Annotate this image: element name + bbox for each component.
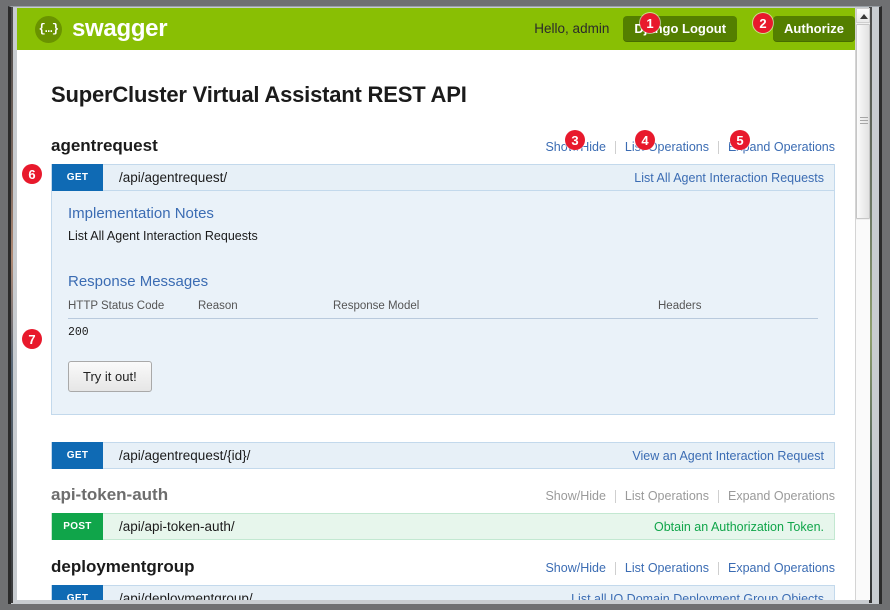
endpoint-get-deploymentgroup: GET /api/deploymentgroup/ List all IO Do… [51, 585, 835, 600]
greeting-label: Hello, admin [534, 21, 609, 36]
method-badge-get: GET [52, 442, 103, 469]
page-title: SuperCluster Virtual Assistant REST API [51, 82, 851, 108]
annotation-badge-1: 1 [640, 13, 660, 33]
endpoint-path: /api/agentrequest/ [103, 170, 227, 185]
api-documentation-body: SuperCluster Virtual Assistant REST API … [17, 82, 869, 600]
endpoint-get-agentrequest-id: GET /api/agentrequest/{id}/ View an Agen… [51, 442, 835, 469]
endpoint-header[interactable]: GET /api/deploymentgroup/ List all IO Do… [51, 585, 835, 600]
annotation-badge-3: 3 [565, 130, 585, 150]
implementation-notes-text: List All Agent Interaction Requests [68, 229, 818, 243]
response-messages-table: HTTP Status Code Reason Response Model H… [68, 297, 818, 343]
column-header-headers: Headers [658, 297, 818, 319]
list-operations-link[interactable]: List Operations [616, 489, 718, 503]
table-header-row: HTTP Status Code Reason Response Model H… [68, 297, 818, 319]
scrollbar-track[interactable] [856, 220, 870, 600]
expand-operations-link[interactable]: Expand Operations [719, 489, 835, 503]
swagger-header-bar: {…} swagger Hello, admin Django Logout A… [17, 8, 869, 50]
scroll-up-arrow-icon[interactable] [856, 8, 870, 23]
scrollbar-grip-icon [860, 117, 868, 127]
annotation-badge-4: 4 [635, 130, 655, 150]
endpoint-header[interactable]: GET /api/agentrequest/ List All Agent In… [51, 164, 835, 191]
annotation-badge-2: 2 [753, 13, 773, 33]
resource-header: api-token-auth Show/Hide List Operations… [51, 485, 835, 513]
cell-headers [658, 319, 818, 344]
endpoint-summary: View an Agent Interaction Request [632, 449, 824, 463]
method-badge-post: POST [52, 513, 103, 540]
expand-operations-link[interactable]: Expand Operations [719, 561, 835, 575]
endpoint-header[interactable]: GET /api/agentrequest/{id}/ View an Agen… [51, 442, 835, 469]
resource-header: agentrequest Show/Hide List Operations E… [51, 136, 835, 164]
swagger-braces-icon: {…} [35, 16, 62, 43]
list-operations-link[interactable]: List Operations [616, 140, 718, 154]
column-header-response-model: Response Model [333, 297, 658, 319]
header-actions: Hello, admin Django Logout Authorize [534, 16, 855, 42]
resource-deploymentgroup: deploymentgroup Show/Hide List Operation… [35, 557, 851, 600]
resource-options-api-token-auth: Show/Hide List Operations Expand Operati… [536, 489, 835, 503]
list-operations-link[interactable]: List Operations [616, 561, 718, 575]
resource-name-api-token-auth[interactable]: api-token-auth [51, 485, 168, 505]
endpoint-summary: List all IO Domain Deployment Group Obje… [571, 592, 824, 601]
cell-reason [198, 319, 333, 344]
page-viewport: {…} swagger Hello, admin Django Logout A… [17, 8, 869, 600]
annotation-badge-5: 5 [730, 130, 750, 150]
endpoint-path: /api/api-token-auth/ [103, 519, 235, 534]
browser-window-frame: {…} swagger Hello, admin Django Logout A… [0, 0, 890, 610]
method-badge-get: GET [52, 585, 103, 600]
resource-options-deploymentgroup: Show/Hide List Operations Expand Operati… [536, 561, 835, 575]
show-hide-link[interactable]: Show/Hide [536, 561, 614, 575]
window-left-edge [11, 7, 13, 603]
resource-header: deploymentgroup Show/Hide List Operation… [51, 557, 835, 585]
endpoint-path: /api/agentrequest/{id}/ [103, 448, 250, 463]
endpoint-summary: List All Agent Interaction Requests [634, 171, 824, 185]
resource-agentrequest: agentrequest Show/Hide List Operations E… [35, 136, 851, 469]
resource-api-token-auth: api-token-auth Show/Hide List Operations… [35, 485, 851, 540]
try-it-out-button[interactable]: Try it out! [68, 361, 152, 392]
endpoint-post-api-token-auth: POST /api/api-token-auth/ Obtain an Auth… [51, 513, 835, 540]
annotation-badge-6: 6 [22, 164, 42, 184]
endpoint-get-agentrequest: GET /api/agentrequest/ List All Agent In… [51, 164, 835, 415]
resource-name-deploymentgroup[interactable]: deploymentgroup [51, 557, 195, 577]
endpoint-header[interactable]: POST /api/api-token-auth/ Obtain an Auth… [51, 513, 835, 540]
vertical-scrollbar[interactable] [855, 8, 870, 600]
annotation-badge-7: 7 [22, 329, 42, 349]
response-messages-title: Response Messages [68, 273, 818, 290]
column-header-status-code: HTTP Status Code [68, 297, 198, 319]
column-header-reason: Reason [198, 297, 333, 319]
cell-response-model [333, 319, 658, 344]
endpoint-details-panel: Implementation Notes List All Agent Inte… [51, 191, 835, 415]
scrollbar-thumb[interactable] [856, 24, 870, 219]
swagger-wordmark: swagger [72, 15, 167, 43]
cell-status-code: 200 [68, 319, 198, 344]
authorize-button[interactable]: Authorize [773, 16, 855, 42]
table-row: 200 [68, 319, 818, 344]
endpoint-path: /api/deploymentgroup/ [103, 591, 253, 600]
swagger-logo[interactable]: {…} swagger [35, 15, 167, 43]
implementation-notes-title: Implementation Notes [68, 205, 818, 222]
resource-name-agentrequest[interactable]: agentrequest [51, 136, 158, 156]
endpoint-summary: Obtain an Authorization Token. [654, 520, 824, 534]
method-badge-get: GET [52, 164, 103, 191]
show-hide-link[interactable]: Show/Hide [536, 489, 614, 503]
